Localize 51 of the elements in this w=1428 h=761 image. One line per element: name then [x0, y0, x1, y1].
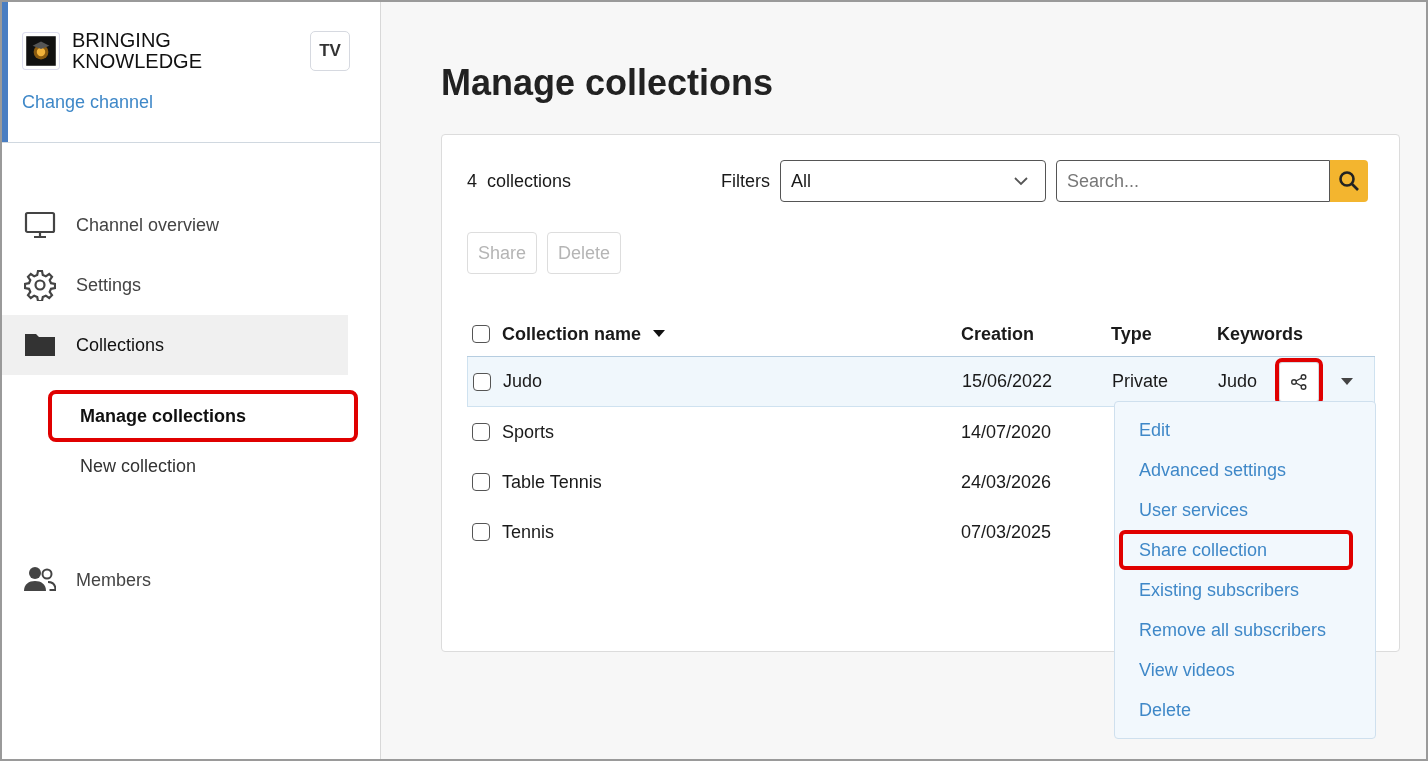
share-icon [1290, 372, 1309, 391]
menu-item[interactable]: Delete [1119, 690, 1353, 730]
menu-item[interactable]: Share collection [1119, 530, 1353, 570]
table-cell: Private [1112, 371, 1169, 391]
column-header[interactable]: Collection name [502, 323, 642, 345]
column-header[interactable]: Creation [961, 323, 1034, 344]
search-button[interactable] [1330, 160, 1368, 202]
column-header[interactable]: Type [1111, 323, 1152, 344]
row-checkbox[interactable] [472, 523, 490, 541]
nav-subitem[interactable]: New collection [48, 440, 358, 492]
menu-item[interactable]: Advanced settings [1119, 450, 1353, 490]
table-cell: 07/03/2025 [961, 521, 1052, 542]
chevron-down-icon [1013, 176, 1029, 186]
search-icon [1338, 170, 1360, 192]
table-cell: Judo [1218, 371, 1258, 392]
sort-caret-icon [653, 330, 666, 338]
filters-label: Filters [721, 170, 770, 192]
nav-item[interactable]: Settings [2, 255, 348, 315]
table-cell: Sports [502, 421, 555, 443]
table-cell: 14/07/2020 [961, 421, 1052, 442]
row-checkbox[interactable] [472, 473, 490, 491]
table-cell: Table Tennis [502, 471, 602, 493]
channel-type-badge[interactable]: TV [310, 31, 350, 71]
search-field[interactable]: Search... [1056, 160, 1330, 202]
channel-name: BRINGING KNOWLEDGE [72, 30, 204, 72]
page-title: Manage collections [441, 62, 775, 104]
nav-subitem[interactable]: Manage collections [48, 390, 358, 442]
gear-icon [24, 269, 56, 301]
table-cell: 15/06/2022 [962, 371, 1053, 391]
row-checkbox[interactable] [473, 372, 491, 391]
column-header[interactable]: Keywords [1217, 323, 1304, 345]
table-row[interactable]: Judo 15/06/2022 Private Judo [467, 357, 1375, 407]
dropdown-caret-icon[interactable] [1341, 377, 1354, 386]
channel-logo [22, 32, 60, 70]
menu-item[interactable]: User services [1119, 490, 1353, 530]
table-cell: Judo [503, 371, 543, 392]
menu-item[interactable]: Remove all subscribers [1119, 610, 1353, 650]
menu-item[interactable]: Existing subscribers [1119, 570, 1353, 610]
monitor-icon [24, 209, 56, 241]
nav-item[interactable]: Channel overview [2, 195, 348, 255]
nav-item[interactable]: Members [2, 550, 348, 610]
menu-item[interactable]: Edit [1119, 410, 1353, 450]
table-cell: 24/03/2026 [961, 471, 1052, 492]
select-all-checkbox[interactable] [472, 325, 490, 343]
filter-dropdown[interactable]: All [780, 160, 1046, 202]
nav-item[interactable]: Collections [2, 315, 348, 375]
collection-count: 4 collections [467, 170, 573, 192]
change-channel-link[interactable]: Change channel [22, 92, 154, 113]
table-cell: Tennis [502, 521, 555, 543]
row-checkbox[interactable] [472, 423, 490, 441]
menu-item[interactable]: View videos [1119, 650, 1353, 690]
